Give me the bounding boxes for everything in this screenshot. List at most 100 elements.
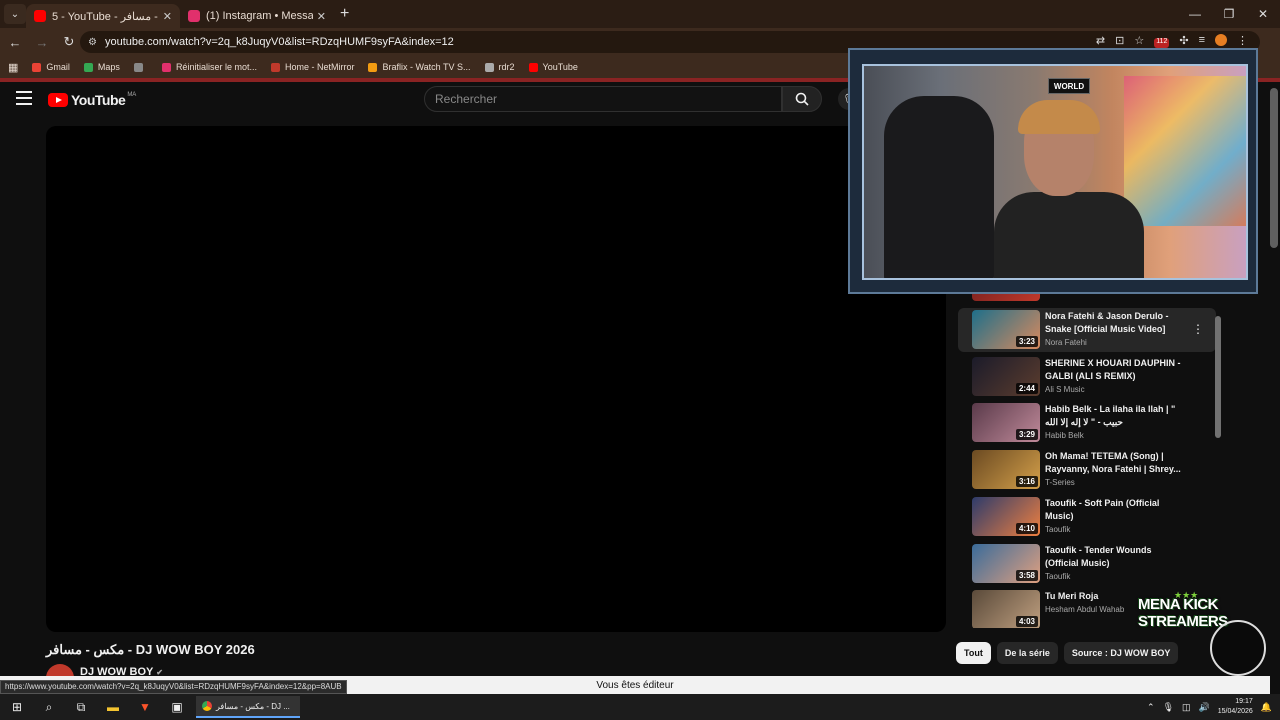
bookmark-item[interactable]: Braflix - Watch TV S... <box>368 62 471 72</box>
playlist-item-title: Taoufik - Tender Wounds (Official Music) <box>1045 544 1152 568</box>
video-thumbnail[interactable]: 3:58 <box>972 543 1040 583</box>
clock-date: 15/04/2026 <box>1217 708 1253 715</box>
tab-youtube[interactable]: 5 - YouTube - مكس - مسافر ✕ <box>26 4 180 28</box>
install-icon[interactable]: ⊡ <box>1115 34 1124 48</box>
video-thumbnail[interactable]: 2:44 <box>972 356 1040 396</box>
bookmark-item[interactable]: YouTube <box>528 62 578 72</box>
close-icon[interactable]: ✕ <box>317 10 326 23</box>
duration-badge: 2:44 <box>1015 382 1038 394</box>
minimize-icon[interactable]: — <box>1178 0 1212 28</box>
microphone-icon[interactable]: 🎙 <box>1163 702 1174 713</box>
playlist-item-meta: Nora Fatehi & Jason Derulo - Snake [Offi… <box>1045 310 1185 347</box>
video-player[interactable] <box>46 126 946 632</box>
task-view-icon[interactable]: ⧉ <box>68 696 94 718</box>
playlist-item[interactable]: 3:29 Habib Belk - La ilaha ila llah | " ح… <box>958 401 1216 445</box>
new-tab-plus-icon[interactable]: + <box>340 5 349 23</box>
restore-icon[interactable]: ❐ <box>1212 0 1246 28</box>
country-code: MA <box>127 92 137 98</box>
tab-search-button[interactable]: ⌄ <box>4 4 26 24</box>
bookmark-item[interactable]: Home - NetMirror <box>270 62 354 72</box>
network-icon[interactable]: ◫ <box>1182 702 1191 713</box>
bookmark-label: Braflix - Watch TV S... <box>382 62 471 72</box>
youtube-logo[interactable]: YouTube MA <box>48 92 136 108</box>
video-thumbnail[interactable]: 3:29 <box>972 403 1040 443</box>
bookmark-item[interactable]: rdr2 <box>484 62 515 72</box>
video-thumbnail[interactable]: 4:10 <box>972 496 1040 536</box>
bookmark-label: YouTube <box>542 62 578 72</box>
bookmark-favicon-icon <box>528 62 538 72</box>
bookmark-label: Gmail <box>46 62 70 72</box>
playlist-item[interactable]: 3:58 Taoufik - Tender Wounds (Official Mu… <box>958 542 1216 586</box>
tray-overflow-chevron-icon[interactable]: ⌃ <box>1147 702 1155 713</box>
playlist-item[interactable]: 3:16 Oh Mama! TETEMA (Song) | Rayvanny, N… <box>958 448 1216 492</box>
extension-badge[interactable]: 112 <box>1154 38 1170 48</box>
bookmark-favicon-icon <box>270 62 280 72</box>
notifications-bell-icon[interactable]: 🔔 <box>1261 702 1272 713</box>
bookmark-favicon-icon <box>83 62 93 72</box>
bookmark-item[interactable]: Maps <box>83 62 120 72</box>
extensions-puzzle-icon[interactable]: ✣ <box>1179 34 1188 48</box>
playlist-item[interactable]: 3:23 Nora Fatehi & Jason Derulo - Snake [… <box>958 308 1216 352</box>
more-actions-kebab-icon[interactable]: ⋮ <box>1192 322 1204 336</box>
video-thumbnail[interactable]: 3:16 <box>972 450 1040 490</box>
playlist-scrollbar[interactable] <box>1215 316 1221 438</box>
windows-start-icon[interactable]: ⊞ <box>4 696 30 718</box>
logo-text: YouTube <box>71 92 126 108</box>
playlist-item-meta: Habib Belk - La ilaha ila llah | " حبيب … <box>1045 403 1185 440</box>
bookmark-item[interactable] <box>133 62 148 72</box>
playlist-item-channel: Habib Belk <box>1045 431 1084 441</box>
system-tray: ⌃ 🎙 ◫ 🔊 19:17 15/04/2026 🔔 <box>1147 694 1272 720</box>
profile-avatar[interactable] <box>1215 34 1227 46</box>
forward-arrow-icon[interactable]: → <box>30 30 54 54</box>
youtube-favicon-icon <box>34 10 46 22</box>
stars-icon: ★★★ <box>1174 590 1199 600</box>
playlist-item-channel: Ali S Music <box>1045 384 1085 394</box>
filter-chip[interactable]: Tout <box>956 642 991 664</box>
screen: ⌄ 5 - YouTube - مكس - مسافر ✕ (1) Instag… <box>0 0 1280 720</box>
filter-chip[interactable]: De la série <box>996 642 1058 664</box>
translate-icon[interactable]: ⇄ <box>1096 34 1105 48</box>
duration-badge: 4:10 <box>1015 522 1038 534</box>
site-settings-icon[interactable]: ⚙ <box>88 37 97 48</box>
video-thumbnail[interactable]: 3:23 <box>972 310 1040 349</box>
playlist-item[interactable]: 2:44 SHERINE X HOUARI DAUPHIN - GALBI (AL… <box>958 355 1216 399</box>
taskbar-chrome-app[interactable]: مكس - مسافر - DJ ... <box>196 696 300 718</box>
playlist-panel: Soolking Officiel3:23Nora Fatehi & Jason… <box>958 284 1224 628</box>
search-button[interactable] <box>782 86 822 112</box>
reading-list-icon[interactable]: ≡ <box>1199 34 1205 48</box>
bookmark-label: Maps <box>97 62 120 72</box>
brave-browser-icon[interactable]: ▼ <box>132 696 158 718</box>
youtube-play-icon <box>48 93 68 107</box>
playlist-item-title: Taoufik - Soft Pain (Official Music) <box>1045 497 1160 521</box>
bookmark-item[interactable]: Gmail <box>32 62 70 72</box>
microsoft-store-icon[interactable]: ▣ <box>164 696 190 718</box>
search-icon <box>795 92 809 106</box>
url-text: youtube.com/watch?v=2q_k8JuqyV0&list=RDz… <box>104 36 454 48</box>
menu-kebab-icon[interactable]: ⋮ <box>1237 34 1248 48</box>
page-scrollbar[interactable] <box>1270 88 1278 248</box>
bookmark-item[interactable]: Réinitialiser le mot... <box>161 62 257 72</box>
video-thumbnail[interactable]: 4:03 <box>972 590 1040 628</box>
duration-badge: 3:58 <box>1015 569 1038 581</box>
webcam-overlay: WORLD <box>848 48 1258 294</box>
hamburger-menu-icon[interactable] <box>16 91 32 105</box>
apps-grid-icon[interactable]: ▦ <box>8 61 18 74</box>
playlist-item-channel: Taoufik <box>1045 571 1071 581</box>
close-icon[interactable]: ✕ <box>163 10 172 23</box>
reload-icon[interactable]: ↻ <box>57 30 81 54</box>
taskbar-search-icon[interactable]: ⌕ <box>36 696 62 718</box>
volume-icon[interactable]: 🔊 <box>1199 702 1210 713</box>
file-explorer-icon[interactable]: ▬ <box>100 696 126 718</box>
omnibox-actions: ⇄ ⊡ ☆ 112 ✣ ≡ ⋮ <box>1096 34 1248 48</box>
tab-title: 5 - YouTube - مكس - مسافر <box>52 10 159 23</box>
search-input[interactable]: Rechercher <box>424 86 782 112</box>
close-window-icon[interactable]: ✕ <box>1246 0 1280 28</box>
playlist-item[interactable]: 4:10 Taoufik - Soft Pain (Official Music)… <box>958 495 1216 539</box>
webcam-logo-tag: WORLD <box>1048 78 1090 94</box>
clock[interactable]: 19:17 15/04/2026 <box>1218 697 1253 717</box>
playlist-item-channel: T-Series <box>1045 478 1075 488</box>
tab-instagram[interactable]: (1) Instagram • Messages ✕ <box>180 4 334 28</box>
bookmark-star-icon[interactable]: ☆ <box>1134 34 1144 48</box>
webcam-video: WORLD <box>862 64 1248 280</box>
back-arrow-icon[interactable]: ← <box>3 30 27 54</box>
